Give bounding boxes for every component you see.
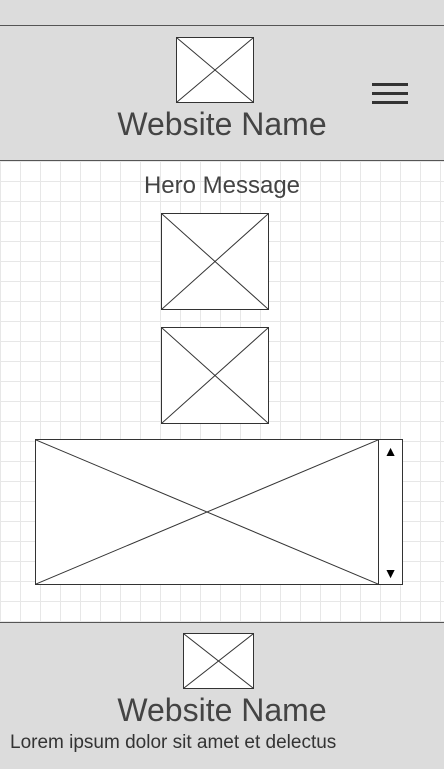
site-name: Website Name <box>117 106 327 142</box>
banner-image-placeholder-icon <box>35 439 379 585</box>
hero-message: Hero Message <box>143 172 301 199</box>
top-strip <box>0 0 444 25</box>
scroll-up-arrow-icon[interactable]: ▲ <box>379 443 402 459</box>
menu-bar <box>372 92 408 95</box>
hamburger-menu-icon[interactable] <box>372 83 408 107</box>
hero-image-placeholder-icon <box>161 327 269 424</box>
logo-image-placeholder-icon[interactable] <box>176 37 254 103</box>
scroll-down-arrow-icon[interactable]: ▼ <box>379 565 402 581</box>
site-header: Website Name <box>0 25 444 161</box>
hero-image-placeholder-icon <box>161 213 269 310</box>
menu-bar <box>372 83 408 86</box>
footer-site-name: Website Name <box>117 692 327 728</box>
site-footer: Website Name Lorem ipsum dolor sit amet … <box>0 622 444 769</box>
footer-logo-image-placeholder-icon[interactable] <box>183 633 254 689</box>
banner-scrollbar[interactable]: ▲ ▼ <box>378 439 403 585</box>
menu-bar <box>372 101 408 104</box>
footer-text: Lorem ipsum dolor sit amet et delectus <box>10 732 337 753</box>
hero-section: Hero Message ▲ ▼ <box>0 161 444 622</box>
